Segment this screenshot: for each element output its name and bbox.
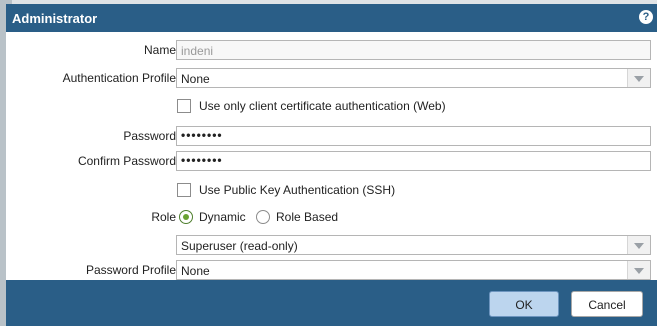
- role-dynamic-radio[interactable]: [179, 210, 193, 224]
- password-profile-label: Password Profile: [85, 263, 176, 277]
- name-label: Name: [143, 43, 176, 57]
- screen: Administrator ? Name indeni Authenticati…: [0, 0, 657, 326]
- confirm-password-label: Confirm Password: [77, 154, 176, 168]
- role-based-label: Role Based: [276, 210, 339, 224]
- public-key-checkbox[interactable]: [177, 183, 191, 197]
- password-label: Password: [123, 129, 176, 143]
- role-row: Role Dynamic Role Based: [6, 207, 657, 229]
- password-row: Password ••••••••: [6, 126, 657, 148]
- dialog-title: Administrator: [12, 11, 98, 26]
- client-cert-label: Use only client certificate authenticati…: [199, 99, 446, 113]
- chevron-down-icon[interactable]: [627, 69, 650, 87]
- cancel-button[interactable]: Cancel: [571, 291, 643, 317]
- dialog-footer: OK Cancel: [6, 280, 657, 326]
- chevron-down-icon[interactable]: [627, 236, 650, 254]
- role-select[interactable]: Superuser (read-only): [176, 235, 651, 255]
- auth-profile-row: Authentication Profile None: [6, 68, 657, 90]
- dialog-titlebar: Administrator ?: [6, 4, 657, 32]
- auth-profile-label: Authentication Profile: [62, 71, 176, 85]
- administrator-dialog: Administrator ? Name indeni Authenticati…: [6, 4, 657, 326]
- dialog-body: Name indeni Authentication Profile None …: [6, 32, 657, 280]
- auth-profile-select[interactable]: None: [176, 68, 651, 88]
- role-select-row: Superuser (read-only): [6, 235, 657, 257]
- auth-profile-value: None: [181, 72, 210, 86]
- public-key-label: Use Public Key Authentication (SSH): [199, 183, 396, 197]
- name-row: Name indeni: [6, 40, 657, 62]
- role-label: Role: [151, 210, 176, 224]
- confirm-password-field[interactable]: ••••••••: [176, 151, 651, 171]
- password-field[interactable]: ••••••••: [176, 126, 651, 146]
- password-profile-value: None: [181, 264, 210, 278]
- public-key-row: Use Public Key Authentication (SSH): [6, 180, 657, 202]
- ok-button[interactable]: OK: [489, 291, 559, 317]
- role-based-radio[interactable]: [256, 210, 270, 224]
- client-cert-row: Use only client certificate authenticati…: [6, 96, 657, 118]
- password-profile-select[interactable]: None: [176, 260, 651, 280]
- role-select-value: Superuser (read-only): [181, 239, 298, 253]
- confirm-password-row: Confirm Password ••••••••: [6, 151, 657, 173]
- help-icon[interactable]: ?: [639, 10, 653, 24]
- role-dynamic-label: Dynamic: [199, 210, 246, 224]
- chevron-down-icon[interactable]: [627, 261, 650, 279]
- name-field: indeni: [176, 40, 651, 60]
- password-profile-row: Password Profile None: [6, 260, 657, 282]
- client-cert-checkbox[interactable]: [177, 99, 191, 113]
